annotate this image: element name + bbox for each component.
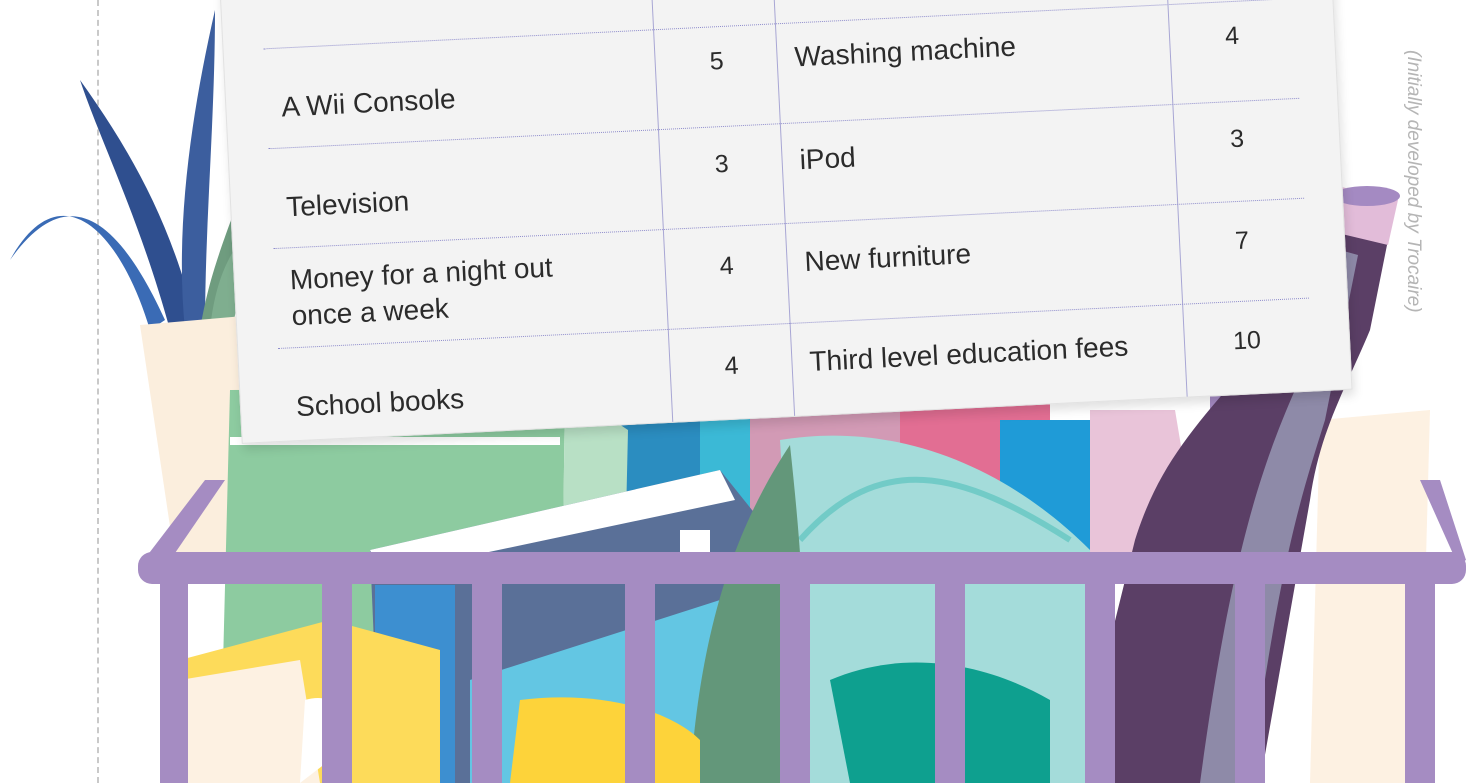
credit-text: (Initially developed by Trocaire) bbox=[1403, 50, 1424, 313]
illustration-scene: A Wii Console 5 Washing machine 4 Televi… bbox=[0, 0, 1466, 783]
basket-icon bbox=[138, 480, 1466, 783]
